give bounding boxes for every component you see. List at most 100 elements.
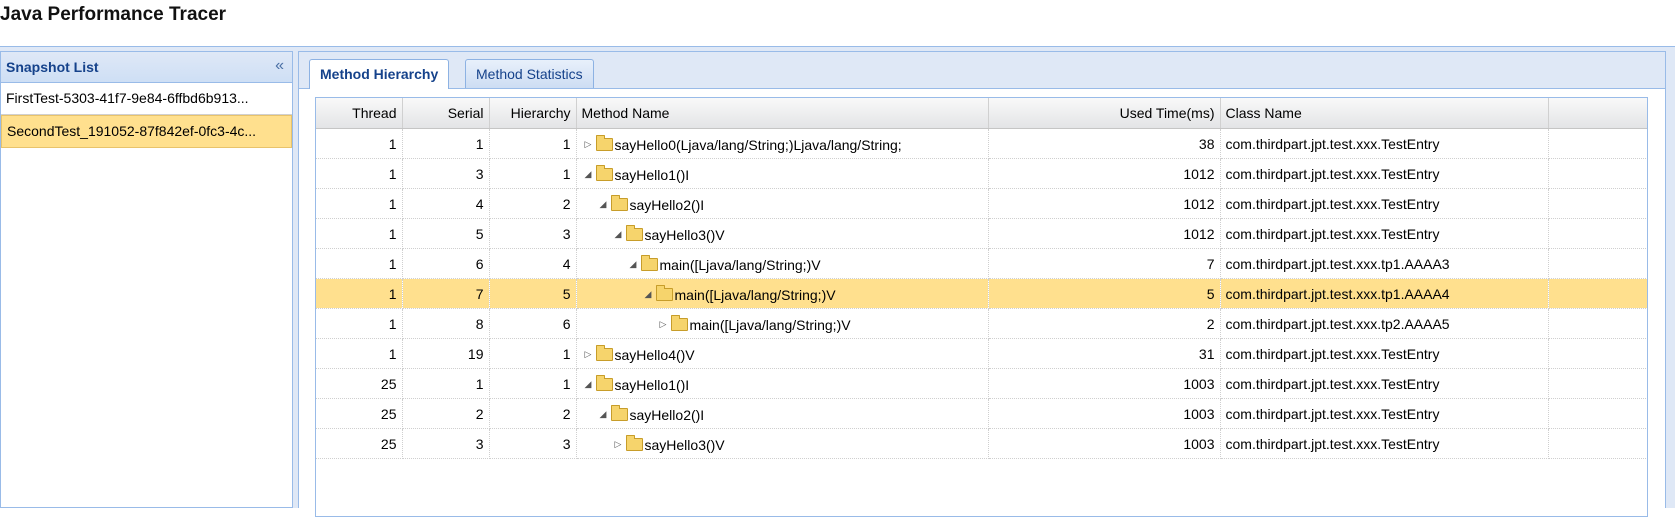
- column-header-method-name[interactable]: Method Name: [576, 98, 989, 129]
- tree-node: ◢ sayHello2()I: [582, 195, 704, 213]
- cell-method-name: ▷ sayHello3()V: [576, 428, 989, 459]
- snapshot-item[interactable]: SecondTest_191052-87f842ef-0fc3-4c...: [1, 115, 292, 148]
- cell-filler: [1548, 188, 1647, 219]
- method-name-label: sayHello3()V: [644, 226, 725, 243]
- table-row[interactable]: 25 3 3 ▷ sayHello3()V 1003 com.thirdpart.jpt.t…: [316, 428, 1647, 459]
- app-body: Snapshot List « FirstTest-5303-41f7-9e84…: [0, 47, 1675, 517]
- cell-filler: [1548, 218, 1647, 249]
- cell-serial: 3: [402, 158, 490, 189]
- triangle-expanded-icon[interactable]: ◢: [582, 169, 595, 180]
- cell-thread: 25: [316, 368, 403, 399]
- cell-used-time: 1012: [988, 158, 1221, 189]
- method-hierarchy-grid: Thread Serial Hierarchy Method Name Used…: [315, 97, 1648, 517]
- cell-method-name: ▷ sayHello0(Ljava/lang/String;)Ljava/lang…: [576, 128, 989, 159]
- triangle-expanded-icon[interactable]: ◢: [597, 199, 610, 210]
- collapse-panel-icon[interactable]: «: [275, 57, 284, 75]
- folder-icon: [595, 135, 613, 152]
- table-row[interactable]: 25 1 1 ◢ sayHello1()I 1003 com.thirdpart.jpt.t…: [316, 368, 1647, 399]
- column-header-filler: [1548, 98, 1647, 129]
- cell-thread: 1: [316, 158, 403, 189]
- cell-hierarchy: 2: [489, 188, 577, 219]
- cell-used-time: 2: [988, 308, 1221, 339]
- folder-icon: [595, 345, 613, 362]
- cell-method-name: ◢ main([Ljava/lang/String;)V: [576, 278, 989, 309]
- snapshot-item[interactable]: FirstTest-5303-41f7-9e84-6ffbd6b913...: [1, 83, 292, 115]
- table-row[interactable]: 1 19 1 ▷ sayHello4()V 31 com.thirdpart.jpt.tes…: [316, 338, 1647, 369]
- method-name-label: sayHello4()V: [614, 346, 695, 363]
- tree-node: ▷ sayHello3()V: [582, 435, 725, 453]
- cell-class-name: com.thirdpart.jpt.test.xxx.TestEntry: [1220, 398, 1549, 429]
- cell-thread: 1: [316, 338, 403, 369]
- tab-method-statistics[interactable]: Method Statistics: [465, 59, 594, 88]
- cell-serial: 8: [402, 308, 490, 339]
- tab-method-hierarchy[interactable]: Method Hierarchy: [309, 59, 450, 90]
- table-row[interactable]: 1 8 6 ▷ main([Ljava/lang/String;)V 2 com.third…: [316, 308, 1647, 339]
- column-header-thread[interactable]: Thread: [316, 98, 403, 129]
- folder-icon: [595, 375, 613, 392]
- folder-icon: [640, 255, 658, 272]
- cell-hierarchy: 6: [489, 308, 577, 339]
- cell-filler: [1548, 158, 1647, 189]
- cell-thread: 1: [316, 248, 403, 279]
- table-row[interactable]: 25 2 2 ◢ sayHello2()I 1003 com.thirdpart.jpt.t…: [316, 398, 1647, 429]
- column-header-class-name[interactable]: Class Name: [1220, 98, 1549, 129]
- column-header-hierarchy[interactable]: Hierarchy: [489, 98, 577, 129]
- snapshot-list-title: Snapshot List: [6, 59, 99, 75]
- triangle-expanded-icon[interactable]: ◢: [597, 409, 610, 420]
- tab-body: Thread Serial Hierarchy Method Name Used…: [299, 89, 1665, 517]
- cell-filler: [1548, 398, 1647, 429]
- cell-method-name: ◢ main([Ljava/lang/String;)V: [576, 248, 989, 279]
- cell-class-name: com.thirdpart.jpt.test.xxx.tp2.AAAA5: [1220, 308, 1549, 339]
- cell-serial: 19: [402, 338, 490, 369]
- cell-used-time: 1012: [988, 188, 1221, 219]
- folder-icon: [610, 195, 628, 212]
- cell-thread: 25: [316, 428, 403, 459]
- main-panel: Method Hierarchy Method Statistics Threa…: [298, 51, 1666, 517]
- cell-serial: 2: [402, 398, 490, 429]
- table-row[interactable]: 1 5 3 ◢ sayHello3()V 1012 com.thirdpart.jpt.te…: [316, 218, 1647, 249]
- cell-hierarchy: 4: [489, 248, 577, 279]
- cell-used-time: 38: [988, 128, 1221, 159]
- triangle-collapsed-icon[interactable]: ▷: [612, 439, 625, 450]
- column-header-used-time[interactable]: Used Time(ms): [988, 98, 1221, 129]
- cell-hierarchy: 5: [489, 278, 577, 309]
- triangle-expanded-icon[interactable]: ◢: [582, 379, 595, 390]
- method-name-label: sayHello1()I: [614, 166, 690, 183]
- triangle-collapsed-icon[interactable]: ▷: [657, 319, 670, 330]
- cell-hierarchy: 3: [489, 428, 577, 459]
- cell-thread: 1: [316, 278, 403, 309]
- tree-node: ▷ main([Ljava/lang/String;)V: [582, 315, 851, 333]
- tree-node: ◢ sayHello1()I: [582, 165, 690, 183]
- cell-class-name: com.thirdpart.jpt.test.xxx.TestEntry: [1220, 338, 1549, 369]
- table-row[interactable]: 1 1 1 ▷ sayHello0(Ljava/lang/String;)Ljava/l…: [316, 128, 1647, 159]
- table-row[interactable]: 1 7 5 ◢ main([Ljava/lang/String;)V 5 com.third…: [316, 278, 1647, 309]
- folder-icon: [610, 405, 628, 422]
- cell-used-time: 1012: [988, 218, 1221, 249]
- snapshot-list-header: Snapshot List «: [1, 52, 292, 83]
- table-row[interactable]: 1 4 2 ◢ sayHello2()I 1012 com.thirdpart.jpt.te…: [316, 188, 1647, 219]
- triangle-collapsed-icon[interactable]: ▷: [582, 139, 595, 150]
- cell-hierarchy: 1: [489, 368, 577, 399]
- cell-thread: 1: [316, 128, 403, 159]
- triangle-expanded-icon[interactable]: ◢: [612, 229, 625, 240]
- cell-used-time: 1003: [988, 428, 1221, 459]
- table-row[interactable]: 1 3 1 ◢ sayHello1()I 1012 com.thirdpart.jpt.te…: [316, 158, 1647, 189]
- triangle-expanded-icon[interactable]: ◢: [627, 259, 640, 270]
- column-header-serial[interactable]: Serial: [402, 98, 490, 129]
- cell-filler: [1548, 368, 1647, 399]
- cell-filler: [1548, 308, 1647, 339]
- triangle-collapsed-icon[interactable]: ▷: [582, 349, 595, 360]
- grid-header-row: Thread Serial Hierarchy Method Name Used…: [316, 98, 1647, 129]
- tree-node: ▷ sayHello4()V: [582, 345, 695, 363]
- cell-class-name: com.thirdpart.jpt.test.xxx.tp1.AAAA3: [1220, 248, 1549, 279]
- table-row[interactable]: 1 6 4 ◢ main([Ljava/lang/String;)V 7 com.third…: [316, 248, 1647, 279]
- cell-used-time: 7: [988, 248, 1221, 279]
- triangle-expanded-icon[interactable]: ◢: [642, 289, 655, 300]
- cell-used-time: 1003: [988, 368, 1221, 399]
- cell-class-name: com.thirdpart.jpt.test.xxx.TestEntry: [1220, 368, 1549, 399]
- cell-serial: 1: [402, 368, 490, 399]
- grid-body: 1 1 1 ▷ sayHello0(Ljava/lang/String;)Ljava/l…: [316, 128, 1647, 459]
- cell-class-name: com.thirdpart.jpt.test.xxx.TestEntry: [1220, 188, 1549, 219]
- cell-hierarchy: 1: [489, 338, 577, 369]
- method-name-label: sayHello3()V: [644, 436, 725, 453]
